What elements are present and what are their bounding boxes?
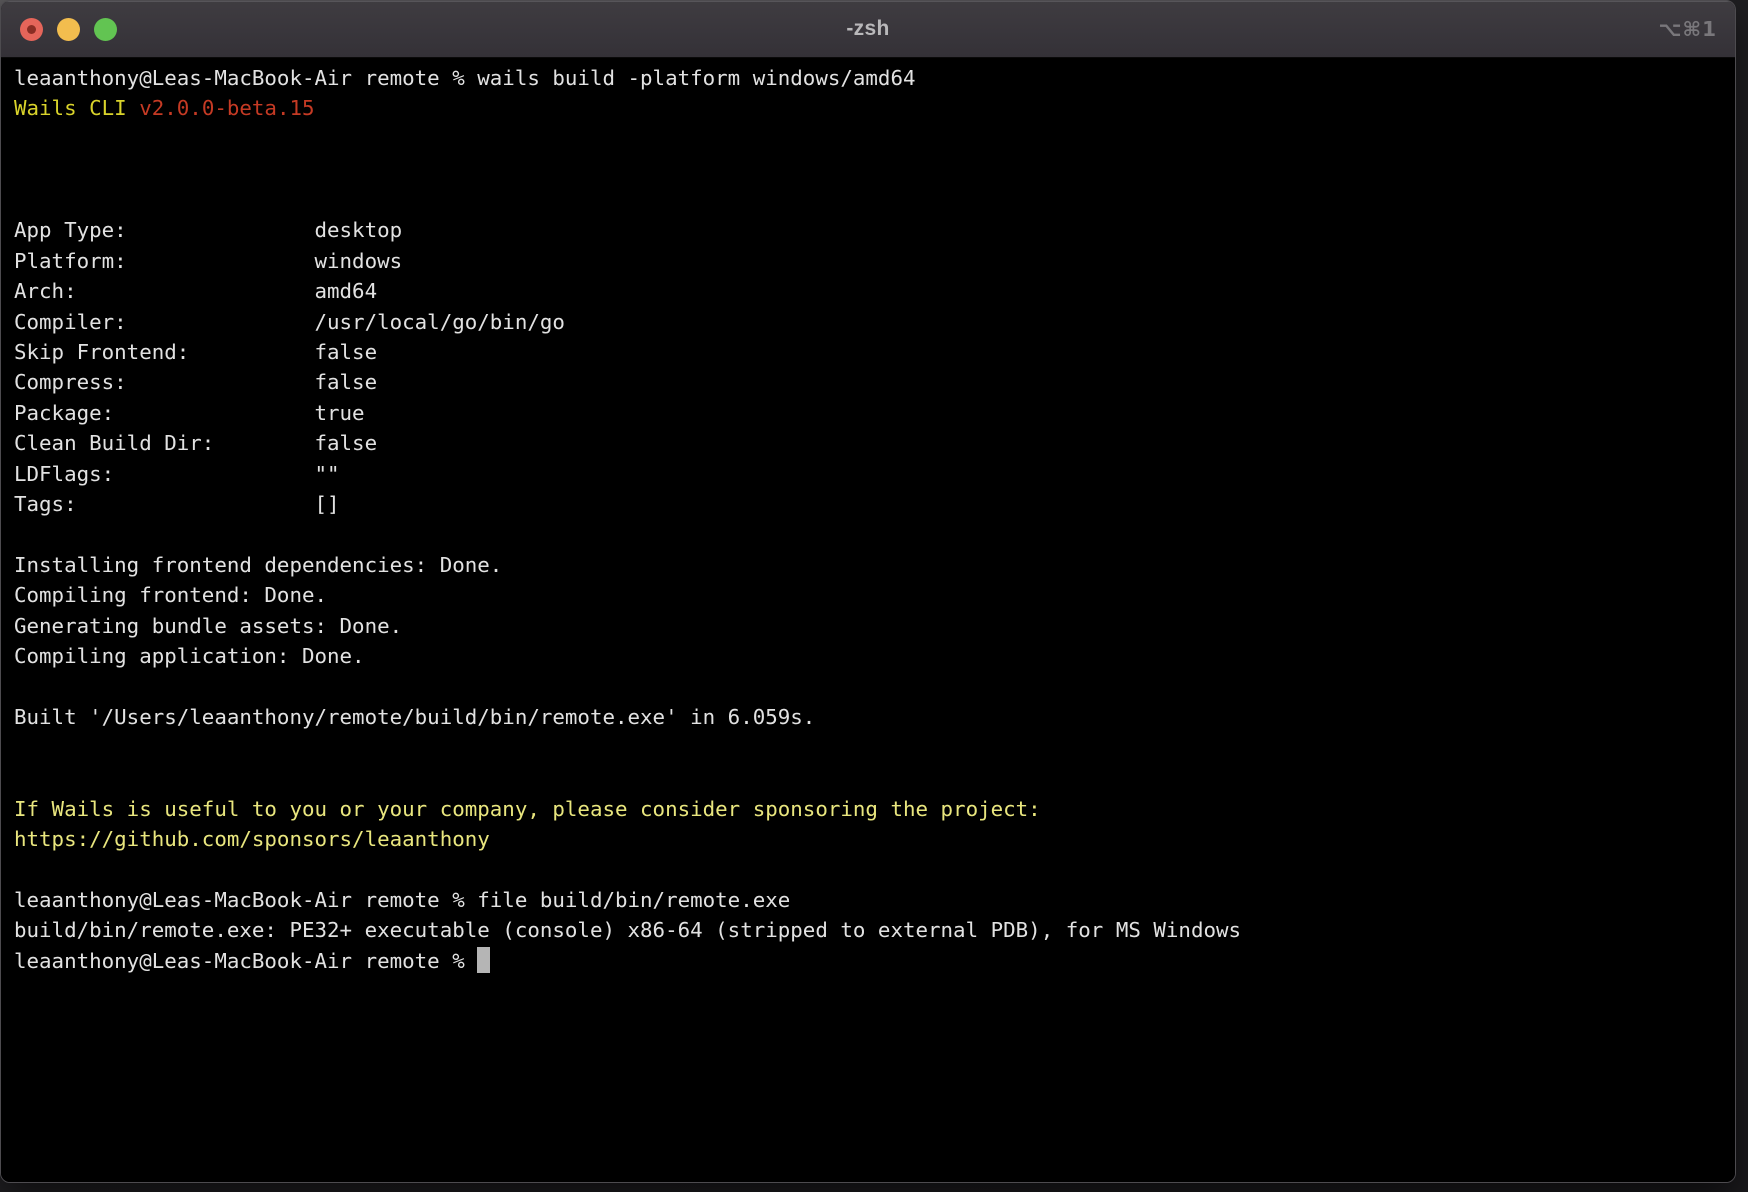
terminal-line: Compiling frontend: Done. [14,580,1735,610]
terminal-text-segment: Wails CLI [14,96,139,120]
terminal-text-segment: Generating bundle assets: Done. [14,614,402,638]
terminal-line [14,672,1735,702]
terminal-line: Platform: windows [14,246,1735,276]
terminal-text-segment: App Type: desktop [14,218,402,242]
terminal-line: leaanthony@Leas-MacBook-Air remote % wai… [14,63,1735,93]
terminal-line: Compiler: /usr/local/go/bin/go [14,307,1735,337]
traffic-lights [20,1,117,57]
terminal-line: Installing frontend dependencies: Done. [14,550,1735,580]
minimize-button[interactable] [57,18,80,41]
window-shortcut-badge: ⌥⌘1 [1658,1,1717,57]
window-titlebar[interactable]: -zsh ⌥⌘1 [1,1,1735,58]
terminal-line [14,763,1735,793]
terminal-lines: leaanthony@Leas-MacBook-Air remote % wai… [14,63,1735,976]
terminal-text-segment: build/bin/remote.exe: PE32+ executable (… [14,918,1241,942]
terminal-line: Generating bundle assets: Done. [14,611,1735,641]
terminal-text-segment: If Wails is useful to you or your compan… [14,797,1041,821]
terminal-text-segment: Compiling application: Done. [14,644,365,668]
zoom-button[interactable] [94,18,117,41]
terminal-cursor [477,947,490,973]
terminal-line: Skip Frontend: false [14,337,1735,367]
close-button[interactable] [20,18,43,41]
terminal-text-segment: https://github.com/sponsors/leaanthony [14,827,490,851]
terminal-line: Tags: [] [14,489,1735,519]
terminal-line: https://github.com/sponsors/leaanthony [14,824,1735,854]
terminal-text-segment: Built '/Users/leaanthony/remote/build/bi… [14,705,815,729]
terminal-text-segment: Compiling frontend: Done. [14,583,327,607]
terminal-text-segment: leaanthony@Leas-MacBook-Air remote % [14,949,477,973]
terminal-line: Package: true [14,398,1735,428]
terminal-text-segment: leaanthony@Leas-MacBook-Air remote % wai… [14,66,916,90]
terminal-text-segment: Skip Frontend: false [14,340,377,364]
terminal-text-segment: leaanthony@Leas-MacBook-Air remote % fil… [14,888,790,912]
terminal-line: If Wails is useful to you or your compan… [14,794,1735,824]
terminal-line: build/bin/remote.exe: PE32+ executable (… [14,915,1735,945]
terminal-text-segment: Platform: windows [14,249,402,273]
terminal-content[interactable]: leaanthony@Leas-MacBook-Air remote % wai… [1,58,1735,1182]
terminal-text-segment: LDFlags: "" [14,462,340,486]
terminal-line [14,185,1735,215]
terminal-line [14,733,1735,763]
terminal-line: LDFlags: "" [14,459,1735,489]
terminal-text-segment: v2.0.0-beta.15 [139,96,314,120]
terminal-text-segment: Tags: [] [14,492,340,516]
terminal-line: Built '/Users/leaanthony/remote/build/bi… [14,702,1735,732]
terminal-line [14,124,1735,154]
terminal-line: leaanthony@Leas-MacBook-Air remote % [14,946,1735,976]
terminal-window: -zsh ⌥⌘1 leaanthony@Leas-MacBook-Air rem… [0,0,1736,1183]
terminal-line: App Type: desktop [14,215,1735,245]
terminal-text-segment: Compress: false [14,370,377,394]
terminal-line [14,520,1735,550]
terminal-text-segment: Compiler: /usr/local/go/bin/go [14,310,565,334]
terminal-line: Compiling application: Done. [14,641,1735,671]
terminal-line: leaanthony@Leas-MacBook-Air remote % fil… [14,885,1735,915]
terminal-text-segment: Installing frontend dependencies: Done. [14,553,502,577]
terminal-line: Compress: false [14,367,1735,397]
terminal-line [14,854,1735,884]
terminal-line: Wails CLI v2.0.0-beta.15 [14,93,1735,123]
terminal-line: Clean Build Dir: false [14,428,1735,458]
terminal-text-segment: Arch: amd64 [14,279,377,303]
terminal-text-segment: Clean Build Dir: false [14,431,377,455]
terminal-line [14,154,1735,184]
terminal-line: Arch: amd64 [14,276,1735,306]
window-title: -zsh [1,17,1735,41]
terminal-text-segment: Package: true [14,401,365,425]
